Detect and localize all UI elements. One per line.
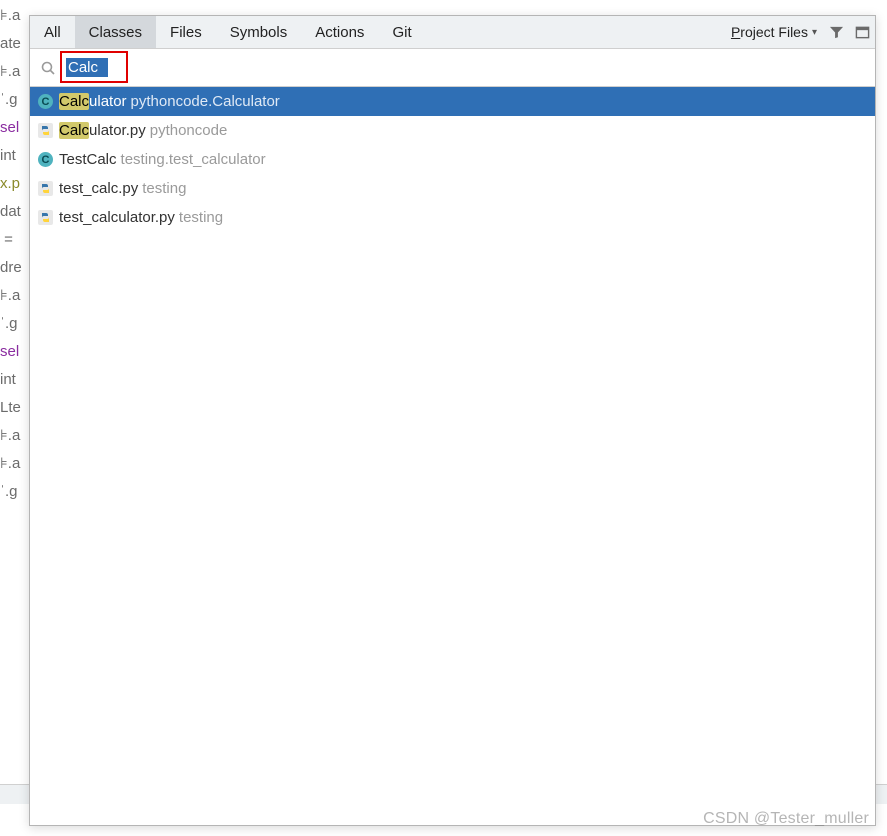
result-row[interactable]: test_calculator.py testing: [30, 203, 875, 232]
python-file-icon: [36, 209, 54, 227]
scope-mnemonic: P: [731, 24, 740, 40]
result-location: testing.test_calculator: [121, 151, 266, 168]
python-file-icon: [36, 180, 54, 198]
search-input[interactable]: [66, 58, 108, 77]
tab-symbols[interactable]: Symbols: [216, 16, 302, 48]
result-row[interactable]: C Calculator pythoncode.Calculator: [30, 87, 875, 116]
search-tabs: AllClassesFilesSymbolsActionsGit Project…: [30, 16, 875, 49]
class-icon: C: [36, 151, 54, 169]
result-location: pythoncode: [150, 122, 228, 139]
class-icon: C: [36, 93, 54, 111]
chevron-down-icon: ▾: [812, 27, 817, 38]
result-name: Calculator: [59, 93, 127, 110]
result-name: test_calc.py: [59, 180, 138, 197]
search-icon: [40, 60, 56, 76]
result-location: testing: [142, 180, 186, 197]
result-location: pythoncode.Calculator: [131, 93, 280, 110]
scope-selector[interactable]: Project Files ▾: [725, 16, 823, 48]
tab-files[interactable]: Files: [156, 16, 216, 48]
tabbar-spacer: [426, 16, 725, 48]
tab-git[interactable]: Git: [378, 16, 425, 48]
search-everywhere-popup: AllClassesFilesSymbolsActionsGit Project…: [29, 15, 876, 826]
result-name: Calculator.py: [59, 122, 146, 139]
result-location: testing: [179, 209, 223, 226]
filter-icon[interactable]: [823, 16, 849, 48]
tab-all[interactable]: All: [30, 16, 75, 48]
watermark-text: CSDN @Tester_muller: [703, 810, 869, 828]
python-file-icon: [36, 122, 54, 140]
tab-actions[interactable]: Actions: [301, 16, 378, 48]
svg-text:C: C: [41, 154, 49, 166]
svg-text:C: C: [41, 96, 49, 108]
result-name: test_calculator.py: [59, 209, 175, 226]
result-row[interactable]: C TestCalc testing.test_calculator: [30, 145, 875, 174]
open-in-tool-window-icon[interactable]: [849, 16, 875, 48]
result-name: TestCalc: [59, 151, 117, 168]
editor-gutter-peek: ⊧.aate⊧.aˈ.gselintx.pdat =dre⊧.aˈ.gselin…: [0, 0, 30, 836]
tab-classes[interactable]: Classes: [75, 16, 156, 48]
result-row[interactable]: Calculator.py pythoncode: [30, 116, 875, 145]
scope-rest: roject Files: [740, 24, 808, 40]
result-row[interactable]: test_calc.py testing: [30, 174, 875, 203]
search-results-list: C Calculator pythoncode.Calculator Calcula…: [30, 87, 875, 825]
search-input-row: [30, 49, 875, 87]
